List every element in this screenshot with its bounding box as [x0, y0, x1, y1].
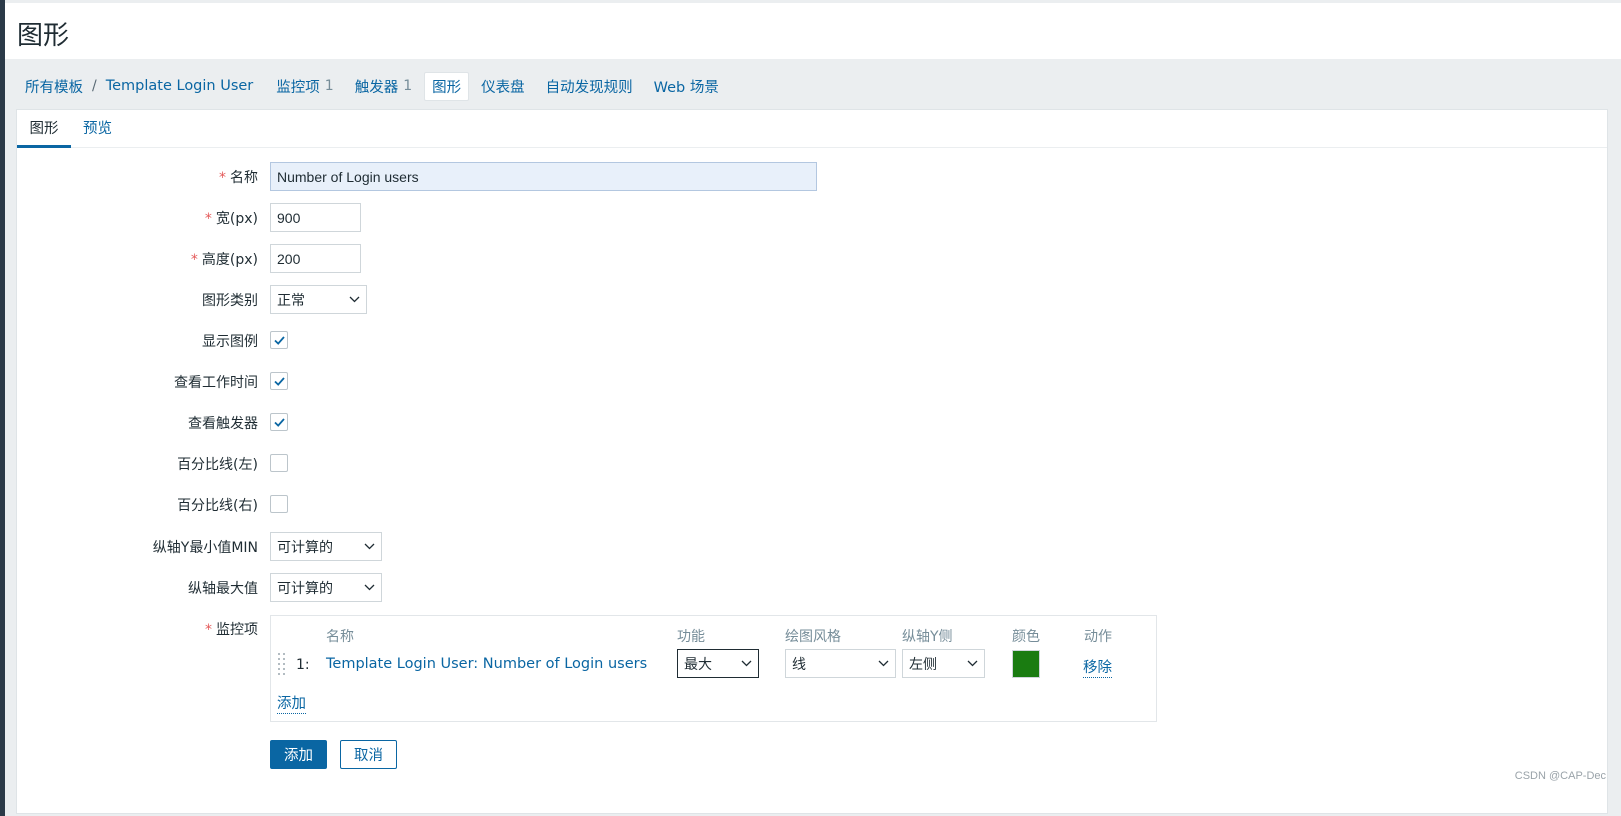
ymax-select[interactable]: 可计算的 [270, 573, 382, 602]
show-working-time-checkbox[interactable] [270, 372, 288, 390]
width-input[interactable]: 900 [270, 203, 361, 232]
height-label: * 高度(px) [17, 249, 258, 269]
nav-items-label: 监控项 [276, 79, 320, 96]
breadcrumb-separator: / [92, 78, 97, 94]
breadcrumb-template[interactable]: Template Login User [106, 78, 254, 94]
chevron-down-icon [349, 293, 360, 306]
chevron-down-icon [364, 540, 375, 553]
template-navigation: 所有模板 / Template Login User 监控项 1 触发器 1 图… [5, 59, 1621, 109]
ymin-value: 可计算的 [277, 539, 333, 556]
height-label-text: 高度(px) [201, 252, 258, 268]
required-marker: * [205, 622, 212, 638]
items-label: * 监控项 [17, 619, 258, 639]
draw-style-value: 线 [792, 656, 806, 673]
percentile-left-label: 百分比线(左) [177, 457, 258, 473]
show-legend-checkbox[interactable] [270, 331, 288, 349]
required-marker: * [219, 170, 226, 186]
column-header-draw-style: 绘图风格 [785, 629, 841, 645]
nav-triggers-label: 触发器 [354, 79, 399, 96]
items-label-text: 监控项 [216, 622, 258, 638]
left-sidebar-edge [0, 0, 5, 816]
add-item-link[interactable]: 添加 [277, 692, 306, 714]
percentile-left-checkbox[interactable] [270, 454, 288, 472]
name-label-text: 名称 [230, 170, 258, 186]
breadcrumb-all-templates[interactable]: 所有模板 [25, 76, 83, 97]
chevron-down-icon [967, 657, 978, 670]
tab-preview[interactable]: 预览 [83, 117, 112, 148]
function-value: 最大 [684, 656, 712, 673]
add-button[interactable]: 添加 [270, 740, 327, 769]
graph-type-value: 正常 [277, 292, 305, 309]
show-legend-label: 显示图例 [202, 334, 258, 350]
nav-items-count: 1 [324, 78, 334, 94]
remove-link[interactable]: 移除 [1083, 656, 1112, 678]
column-header-action: 动作 [1084, 629, 1112, 645]
graph-items-table: 名称 功能 绘图风格 纵轴Y侧 颜色 动作 1: Template Login … [270, 615, 1157, 722]
breadcrumb: 所有模板 / Template Login User 监控项 1 触发器 1 图… [25, 71, 740, 101]
ymin-select[interactable]: 可计算的 [270, 532, 382, 561]
chevron-down-icon [364, 581, 375, 594]
height-input[interactable]: 200 [270, 244, 361, 273]
nav-graphs[interactable]: 图形 [424, 71, 470, 101]
required-marker: * [204, 211, 212, 227]
check-icon [273, 335, 285, 345]
page-title: 图形 [17, 21, 70, 51]
page-header: 图形 [5, 0, 1621, 59]
show-working-time-label: 查看工作时间 [174, 375, 258, 391]
nav-web-scenarios[interactable]: Web 场景 [654, 76, 719, 97]
item-name-link[interactable]: Template Login User: Number of Login use… [326, 656, 647, 672]
check-icon [273, 376, 285, 386]
show-triggers-label: 查看触发器 [188, 416, 258, 432]
required-marker: * [190, 252, 198, 268]
percentile-right-label: 百分比线(右) [177, 498, 258, 514]
width-label: * 宽(px) [17, 208, 258, 228]
y-axis-side-value: 左侧 [909, 656, 937, 673]
form-tabs: 图形 预览 [17, 110, 1607, 148]
chevron-down-icon [741, 657, 752, 670]
draw-style-select[interactable]: 线 [785, 649, 896, 678]
color-picker[interactable] [1012, 650, 1040, 678]
function-select[interactable]: 最大 [677, 649, 759, 678]
percentile-right-checkbox[interactable] [270, 495, 288, 513]
tab-graph[interactable]: 图形 [17, 117, 71, 148]
y-axis-side-select[interactable]: 左侧 [902, 649, 985, 678]
graph-form-panel: 图形 预览 * 名称 Number of Login users * 宽(px) 9… [16, 109, 1608, 814]
ymax-label: 纵轴最大值 [188, 581, 258, 597]
drag-handle-icon[interactable] [278, 653, 286, 675]
ymax-value: 可计算的 [277, 580, 333, 597]
graph-type-label: 图形类别 [202, 293, 258, 309]
show-triggers-checkbox[interactable] [270, 413, 288, 431]
nav-triggers[interactable]: 触发器 1 [355, 76, 412, 97]
nav-dashboards[interactable]: 仪表盘 [481, 76, 525, 97]
watermark: CSDN @CAP-Dec [1514, 770, 1606, 782]
chevron-down-icon [878, 657, 889, 670]
width-label-text: 宽(px) [215, 211, 258, 227]
column-header-y-axis-side: 纵轴Y侧 [902, 629, 953, 645]
check-icon [273, 417, 285, 427]
ymin-label: 纵轴Y最小值MIN [152, 540, 258, 556]
nav-discovery-rules[interactable]: 自动发现规则 [546, 76, 633, 97]
graph-type-select[interactable]: 正常 [270, 285, 367, 314]
cancel-button[interactable]: 取消 [340, 740, 397, 769]
column-header-name: 名称 [326, 629, 354, 645]
name-input[interactable]: Number of Login users [270, 162, 817, 191]
row-index: 1: [296, 657, 310, 673]
column-header-function: 功能 [677, 629, 705, 645]
column-header-color: 颜色 [1012, 629, 1040, 645]
name-label: * 名称 [17, 167, 258, 187]
nav-triggers-count: 1 [403, 78, 413, 94]
nav-items[interactable]: 监控项 1 [276, 76, 333, 97]
